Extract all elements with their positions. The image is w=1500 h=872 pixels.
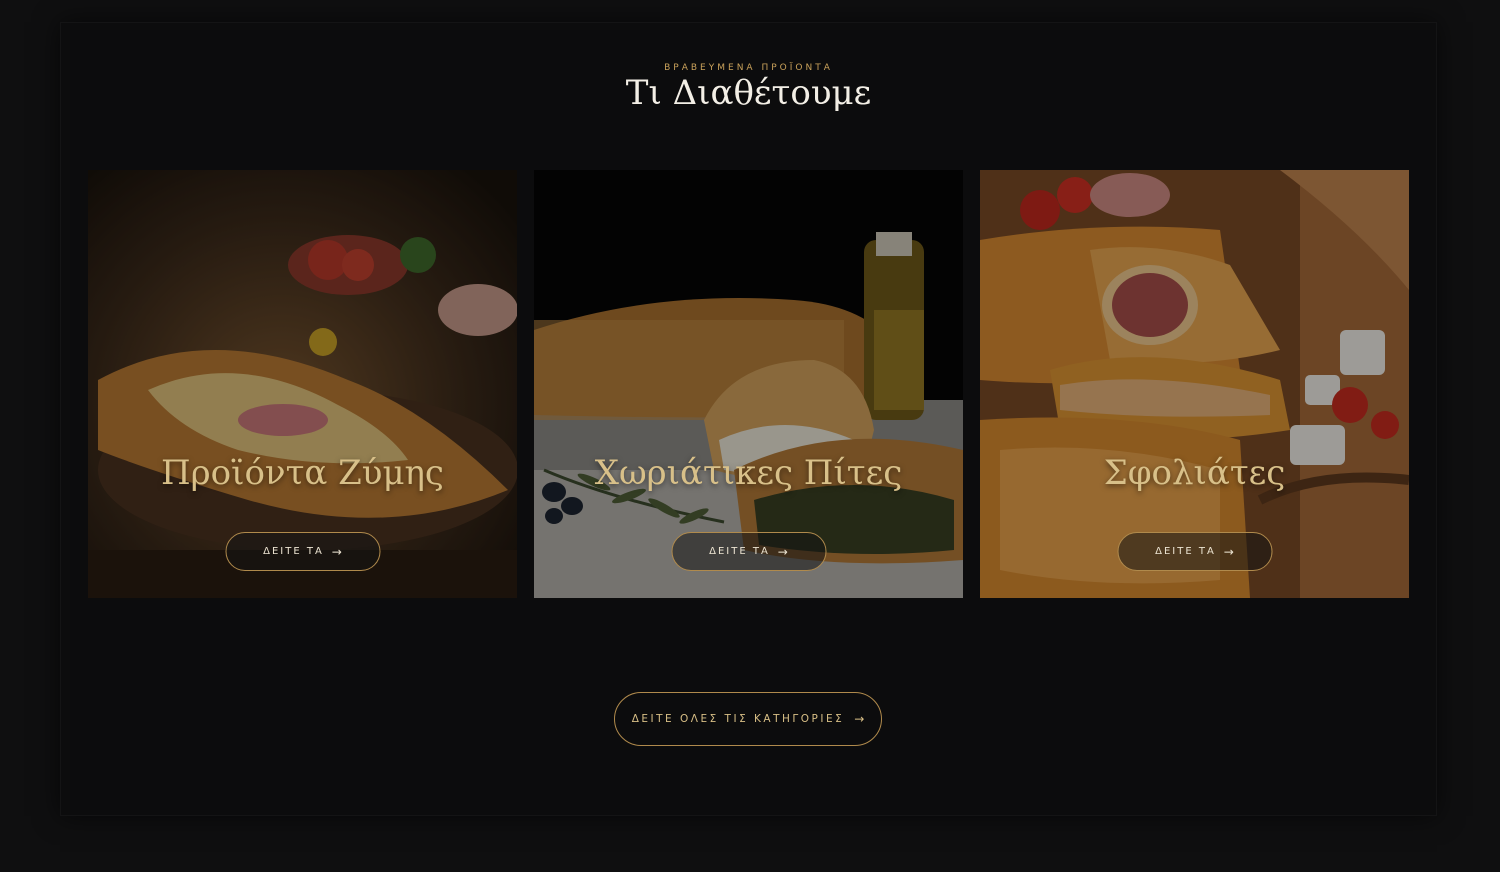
see-village-pies-button[interactable]: ΔΕΙΤΕ ΤΑ → xyxy=(671,532,826,571)
all-categories-label: ΔΕΙΤΕ ΟΛΕΣ ΤΙΣ ΚΑΤΗΓΟΡΙΕΣ xyxy=(631,713,845,725)
cta-label: ΔΕΙΤΕ ΤΑ xyxy=(709,546,770,557)
see-dough-products-button[interactable]: ΔΕΙΤΕ ΤΑ → xyxy=(225,532,380,571)
category-card-village-pies[interactable]: Χωριάτικες Πίτες ΔΕΙΤΕ ΤΑ → xyxy=(534,170,963,598)
see-all-categories-button[interactable]: ΔΕΙΤΕ ΟΛΕΣ ΤΙΣ ΚΑΤΗΓΟΡΙΕΣ → xyxy=(614,692,882,746)
arrow-right-icon: → xyxy=(777,544,788,559)
arrow-right-icon: → xyxy=(331,544,342,559)
products-section: ΒΡΑΒΕΥΜΕΝΑ ΠΡΟΪΟΝΤΑ Τι Διαθέτουμε Προϊόν… xyxy=(60,22,1437,816)
arrow-right-icon: → xyxy=(854,712,865,726)
card-title: Χωριάτικες Πίτες xyxy=(594,453,903,493)
category-card-puff-pastries[interactable]: Σφολιάτες ΔΕΙΤΕ ΤΑ → xyxy=(980,170,1409,598)
cta-label: ΔΕΙΤΕ ΤΑ xyxy=(263,546,324,557)
cta-label: ΔΕΙΤΕ ΤΑ xyxy=(1155,546,1216,557)
category-cards: Προϊόντα Ζύμης ΔΕΙΤΕ ΤΑ → Χωριάτικες Πίτ… xyxy=(88,170,1409,598)
see-puff-pastries-button[interactable]: ΔΕΙΤΕ ΤΑ → xyxy=(1117,532,1272,571)
section-heading: Τι Διαθέτουμε xyxy=(625,73,872,113)
card-title: Προϊόντα Ζύμης xyxy=(161,453,444,493)
section-eyebrow: ΒΡΑΒΕΥΜΕΝΑ ΠΡΟΪΟΝΤΑ xyxy=(664,63,833,73)
card-title: Σφολιάτες xyxy=(1103,453,1286,493)
category-card-dough[interactable]: Προϊόντα Ζύμης ΔΕΙΤΕ ΤΑ → xyxy=(88,170,517,598)
arrow-right-icon: → xyxy=(1223,544,1234,559)
